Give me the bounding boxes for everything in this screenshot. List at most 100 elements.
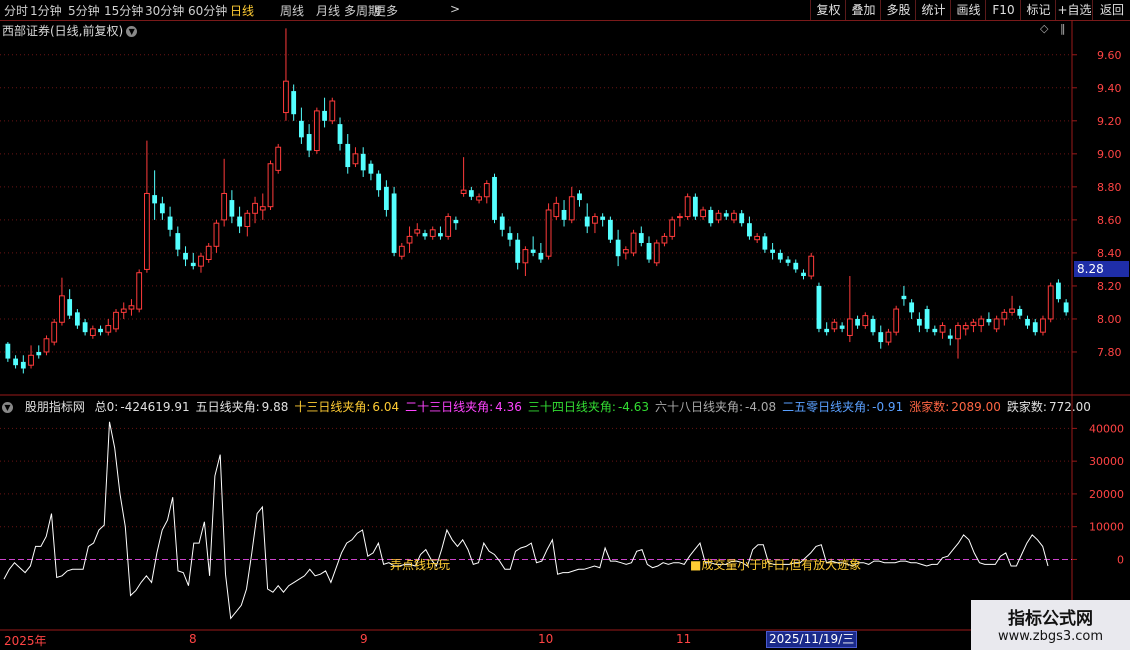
- candle-body: [352, 153, 359, 165]
- candle-body: [275, 146, 282, 171]
- candle-body: [59, 295, 65, 323]
- watermark: 指标公式网 www.zbgs3.com: [971, 600, 1130, 650]
- indicator-number: 6.04: [372, 400, 400, 414]
- candle-body: [499, 216, 505, 230]
- indicator-label: 三十四日线夹角:: [527, 400, 616, 414]
- candle-body: [322, 110, 327, 121]
- candle-body: [785, 259, 791, 263]
- candle-body: [754, 235, 761, 241]
- candle-body: [429, 229, 436, 237]
- candle-body: [1032, 322, 1038, 333]
- y-tick-label: 0: [1117, 553, 1124, 566]
- y-tick-label: 9.20: [1097, 115, 1122, 128]
- candle-body: [13, 358, 18, 366]
- candle-body: [445, 216, 452, 237]
- watermark-url: www.zbgs3.com: [997, 629, 1104, 644]
- y-tick-label: 9.00: [1097, 148, 1122, 161]
- candle-body: [1047, 285, 1054, 320]
- candle-body: [638, 233, 644, 243]
- chevron-down-icon[interactable]: ▼: [2, 402, 13, 413]
- candle-body: [5, 343, 11, 359]
- candle-body: [36, 351, 42, 356]
- candle-body: [901, 295, 907, 300]
- indicator-label: 涨家数:: [909, 400, 950, 414]
- indicator-number: 772.00: [1048, 400, 1091, 414]
- y-tick-label: 10000: [1089, 521, 1124, 534]
- candle-body: [213, 222, 220, 247]
- y-tick-label: 8.80: [1097, 181, 1122, 194]
- last-price-tag: 8.28: [1074, 261, 1129, 277]
- candle-body: [406, 235, 413, 244]
- candle-body: [492, 176, 497, 220]
- candle-body: [846, 318, 853, 336]
- candle-body: [51, 321, 58, 343]
- candle-body: [229, 200, 235, 217]
- indicator-name[interactable]: 股朋指标网: [25, 400, 85, 414]
- candle-body: [460, 189, 467, 194]
- candle-body: [1009, 308, 1015, 313]
- indicator-label: 总0:: [94, 400, 119, 414]
- y-tick-label: 9.40: [1097, 82, 1122, 95]
- candle-body: [870, 318, 876, 333]
- indicator-number: 9.88: [261, 400, 289, 414]
- watermark-title: 指标公式网: [1008, 609, 1093, 629]
- date-axis-label: 8: [189, 632, 197, 646]
- date-axis: 2025年8910112: [0, 630, 1130, 650]
- candle-body: [89, 328, 96, 336]
- candle-body: [816, 285, 822, 329]
- indicator-label: 五日线夹角:: [195, 400, 260, 414]
- y-tick-label: 8.40: [1097, 247, 1122, 260]
- indicator-number: 2089.00: [951, 400, 1001, 414]
- candle-body: [43, 338, 50, 353]
- indicator-value: 三十四日线夹角: -4.63: [528, 400, 649, 414]
- candle-body: [561, 209, 567, 220]
- candle-body: [136, 272, 143, 310]
- candle-body: [947, 335, 953, 339]
- indicator-value: 涨家数: 2089.00: [909, 400, 1001, 414]
- date-axis-label: 10: [538, 632, 554, 646]
- candle-body: [553, 202, 560, 218]
- indicator-value: 六十八日线夹角: -4.08: [655, 400, 776, 414]
- candle-body: [20, 361, 26, 369]
- candle-body: [939, 325, 946, 333]
- y-tick-label: 20000: [1089, 488, 1124, 501]
- candle-body: [653, 242, 660, 264]
- candle-body: [677, 216, 683, 219]
- indicator-value: 十三日线夹角: 6.04: [294, 400, 399, 414]
- candle-body: [398, 245, 405, 257]
- candle-body: [299, 120, 304, 138]
- candle-body: [824, 328, 830, 333]
- candle-body: [584, 216, 590, 227]
- candle-body: [700, 209, 706, 218]
- candle-body: [893, 308, 900, 333]
- candle-body: [962, 325, 969, 330]
- candle-body: [391, 193, 397, 253]
- indicator-number: -424619.91: [120, 400, 190, 414]
- y-tick-label: 8.20: [1097, 280, 1122, 293]
- candle-body: [252, 202, 258, 214]
- candle-body: [82, 322, 88, 333]
- candle-body: [183, 252, 188, 260]
- candle-body: [453, 219, 459, 224]
- candle-body: [522, 249, 529, 264]
- indicator-bar: ▼ 股朋指标网 总0: -424619.91 五日线夹角: 9.88 十三日线夹角: 6.…: [2, 398, 1097, 415]
- candle-body: [993, 318, 1000, 330]
- indicator-label: 十三日线夹角:: [294, 400, 371, 414]
- chart-canvas: 7.80 8.00 8.20 8.40 8.60 8.80 9.00 9.20 9.40 9.60…: [0, 20, 1130, 631]
- candle-body: [313, 110, 320, 152]
- candle-body: [577, 193, 582, 201]
- candle-body: [600, 216, 606, 220]
- indicator-label: 六十八日线夹角:: [655, 400, 744, 414]
- candle-body: [708, 209, 714, 224]
- y-tick-label: 8.60: [1097, 214, 1122, 227]
- candle-body: [630, 232, 637, 254]
- candle-body: [955, 325, 961, 340]
- candle-body: [306, 134, 312, 151]
- candle-body: [438, 233, 443, 237]
- candle-body: [839, 325, 845, 329]
- candle-body: [113, 311, 119, 330]
- candle-body: [28, 354, 34, 366]
- candle-body: [855, 318, 860, 326]
- candle-body: [545, 209, 552, 257]
- candle-body: [237, 216, 242, 227]
